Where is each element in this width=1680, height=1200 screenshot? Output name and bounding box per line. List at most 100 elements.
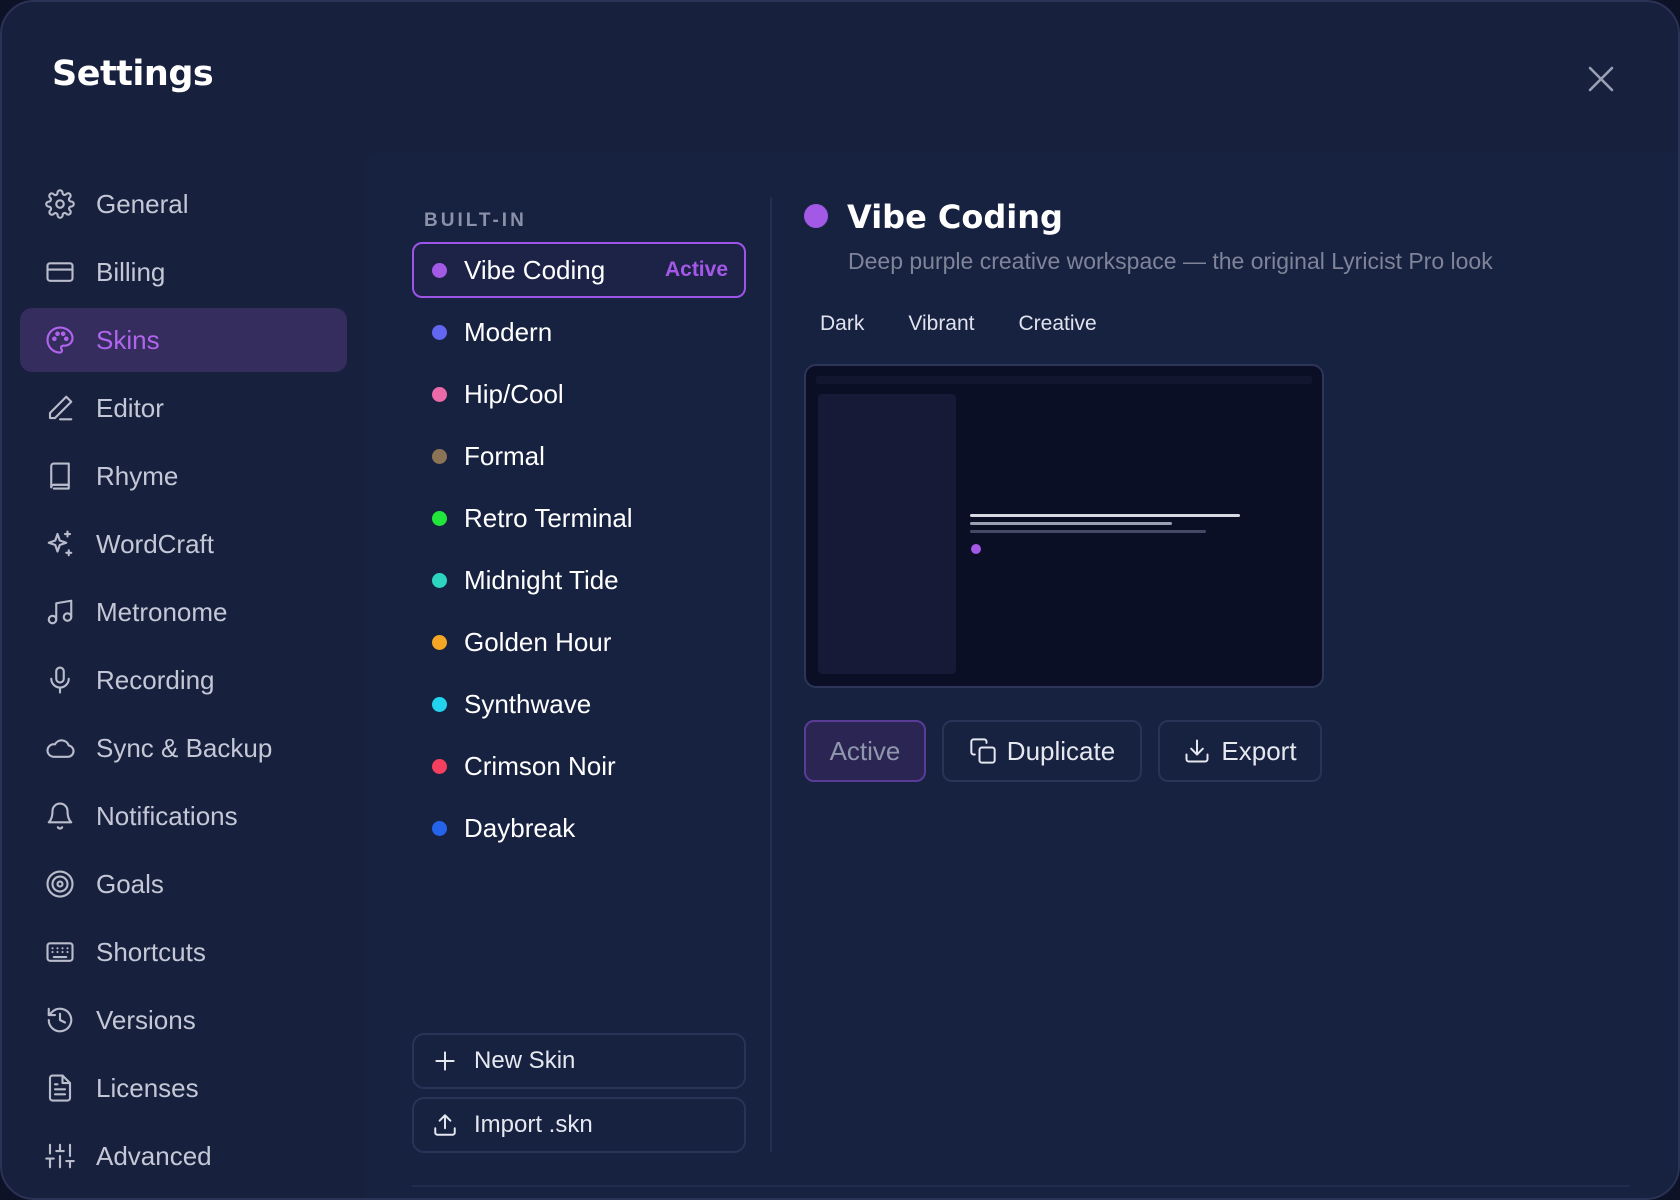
skin-name: Modern <box>464 316 553 347</box>
new-skin-button[interactable]: New Skin <box>412 1033 746 1089</box>
history-icon <box>44 1004 76 1036</box>
sidebar-item-label: Licenses <box>96 1072 199 1103</box>
export-button[interactable]: Export <box>1158 720 1322 782</box>
skin-color-dot <box>432 262 447 278</box>
new-skin-label: New Skin <box>474 1047 576 1074</box>
sidebar-item-billing[interactable]: Billing <box>20 240 347 304</box>
settings-dialog: Settings General Billing Skins Editor Rh… <box>0 0 1680 1200</box>
settings-sidebar: General Billing Skins Editor Rhyme WordC… <box>20 172 347 1192</box>
sidebar-item-label: Notifications <box>96 800 238 831</box>
skin-name: Vibe Coding <box>464 254 606 285</box>
duplicate-button[interactable]: Duplicate <box>942 720 1142 782</box>
plus-icon <box>435 1051 455 1071</box>
skin-name: Golden Hour <box>464 626 612 657</box>
skin-item-crimson-noir[interactable]: Crimson Noir <box>412 738 746 794</box>
microphone-icon <box>44 664 76 696</box>
skin-color-dot <box>804 204 828 228</box>
active-state-button[interactable]: Active <box>804 720 926 782</box>
skin-color-dot <box>432 510 447 526</box>
skin-name: Daybreak <box>464 812 576 843</box>
sidebar-item-label: Versions <box>96 1004 196 1035</box>
sidebar-item-advanced[interactable]: Advanced <box>20 1124 347 1188</box>
sidebar-item-label: Advanced <box>96 1140 212 1171</box>
skin-item-retro-terminal[interactable]: Retro Terminal <box>412 490 746 546</box>
import-skin-label: Import .skn <box>474 1111 593 1138</box>
dialog-title: Settings <box>52 54 214 94</box>
gear-icon <box>44 188 76 220</box>
sidebar-item-label: Shortcuts <box>96 936 206 967</box>
sidebar-item-skins[interactable]: Skins <box>20 308 347 372</box>
active-state-label: Active <box>829 735 901 766</box>
sidebar-item-label: General <box>96 188 189 219</box>
document-icon <box>44 1072 76 1104</box>
skin-name: Formal <box>464 440 545 471</box>
pencil-icon <box>44 392 76 424</box>
skin-color-dot <box>432 386 447 402</box>
sidebar-item-metronome[interactable]: Metronome <box>20 580 347 644</box>
skin-item-modern[interactable]: Modern <box>412 304 746 360</box>
sidebar-item-shortcuts[interactable]: Shortcuts <box>20 920 347 984</box>
skin-name: Midnight Tide <box>464 564 619 595</box>
sidebar-item-label: Metronome <box>96 596 228 627</box>
column-divider <box>770 197 772 1152</box>
sidebar-item-wordcraft[interactable]: WordCraft <box>20 512 347 576</box>
music-note-icon <box>44 596 76 628</box>
target-icon <box>44 868 76 900</box>
skin-description: Deep purple creative workspace — the ori… <box>848 248 1493 274</box>
skin-list: Vibe Coding Active Modern Hip/Cool Forma… <box>412 242 746 862</box>
sidebar-item-label: Skins <box>96 324 160 355</box>
skin-item-vibe-coding[interactable]: Vibe Coding Active <box>412 242 746 298</box>
skin-color-dot <box>432 696 447 712</box>
skin-preview-thumbnail <box>816 376 1312 674</box>
upload-icon <box>434 1114 456 1136</box>
skin-color-dot <box>432 448 447 464</box>
sidebar-item-label: Editor <box>96 392 164 423</box>
copy-icon <box>969 737 997 765</box>
import-skin-button[interactable]: Import .skn <box>412 1097 746 1153</box>
download-icon <box>1183 737 1211 765</box>
sidebar-item-general[interactable]: General <box>20 172 347 236</box>
duplicate-label: Duplicate <box>1006 735 1116 766</box>
palette-icon <box>44 324 76 356</box>
tag: Dark <box>820 312 865 335</box>
sidebar-item-label: Recording <box>96 664 215 695</box>
skin-name: Synthwave <box>464 688 592 719</box>
sidebar-item-editor[interactable]: Editor <box>20 376 347 440</box>
sidebar-item-label: Billing <box>96 256 166 287</box>
section-label: BUILT-IN <box>424 210 527 231</box>
skin-preview <box>804 364 1324 688</box>
skin-name: Crimson Noir <box>464 750 616 781</box>
sidebar-item-licenses[interactable]: Licenses <box>20 1056 347 1120</box>
skin-detail-title: Vibe Coding <box>847 198 1063 236</box>
book-icon <box>44 460 76 492</box>
sidebar-item-notifications[interactable]: Notifications <box>20 784 347 848</box>
sidebar-item-label: Goals <box>96 868 164 899</box>
skin-name: Hip/Cool <box>464 378 564 409</box>
skin-item-hip-cool[interactable]: Hip/Cool <box>412 366 746 422</box>
sidebar-item-rhyme[interactable]: Rhyme <box>20 444 347 508</box>
skin-item-midnight-tide[interactable]: Midnight Tide <box>412 552 746 608</box>
sidebar-item-label: Rhyme <box>96 460 179 491</box>
sparkles-icon <box>44 528 76 560</box>
skin-color-dot <box>432 820 447 836</box>
skin-color-dot <box>432 572 447 588</box>
skin-item-formal[interactable]: Formal <box>412 428 746 484</box>
divider <box>412 1185 1630 1187</box>
sidebar-item-versions[interactable]: Versions <box>20 988 347 1052</box>
skin-item-golden-hour[interactable]: Golden Hour <box>412 614 746 670</box>
sidebar-item-label: WordCraft <box>96 528 214 559</box>
skin-item-synthwave[interactable]: Synthwave <box>412 676 746 732</box>
sidebar-item-goals[interactable]: Goals <box>20 852 347 916</box>
skin-tags: Dark Vibrant Creative <box>804 308 1113 340</box>
close-button[interactable] <box>1576 54 1626 104</box>
skin-item-daybreak[interactable]: Daybreak <box>412 800 746 856</box>
sidebar-item-sync-backup[interactable]: Sync & Backup <box>20 716 347 780</box>
export-label: Export <box>1221 735 1297 766</box>
skin-color-dot <box>432 324 447 340</box>
sidebar-item-label: Sync & Backup <box>96 732 273 763</box>
active-badge: Active <box>664 258 728 281</box>
sliders-icon <box>44 1140 76 1172</box>
skin-color-dot <box>432 758 447 774</box>
sidebar-item-recording[interactable]: Recording <box>20 648 347 712</box>
skin-name: Retro Terminal <box>464 502 633 533</box>
